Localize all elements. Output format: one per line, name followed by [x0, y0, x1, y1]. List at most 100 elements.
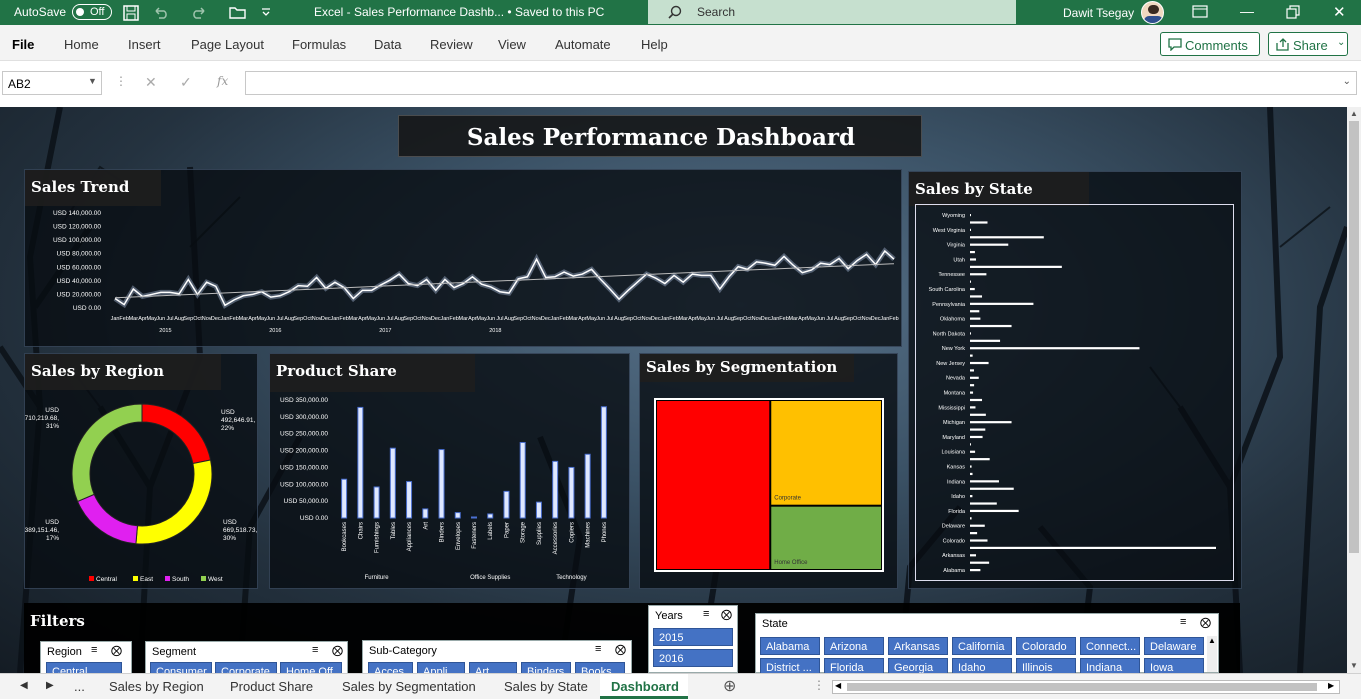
state-item[interactable]: Illinois — [1016, 658, 1076, 673]
save-icon[interactable] — [122, 4, 140, 22]
subcategory-item[interactable]: Acces... — [368, 662, 413, 673]
sheet-tab-sales-by-segmentation[interactable]: Sales by Segmentation — [342, 679, 476, 694]
restore-icon[interactable] — [1286, 5, 1300, 19]
tab-review[interactable]: Review — [430, 37, 473, 52]
state-item[interactable]: Arizona — [824, 637, 884, 655]
scroll-right-icon[interactable]: ▶ — [1328, 681, 1334, 690]
tab-insert[interactable]: Insert — [128, 37, 161, 52]
tab-formulas[interactable]: Formulas — [292, 37, 346, 52]
share-button[interactable]: Share ⌄ — [1268, 32, 1348, 56]
document-title[interactable]: Excel - Sales Performance Dashb... • Sav… — [314, 5, 604, 19]
formula-input[interactable]: ⌄ — [245, 71, 1357, 95]
state-item[interactable]: California — [952, 637, 1012, 655]
tab-help[interactable]: Help — [641, 37, 668, 52]
sheet-tab-product-share[interactable]: Product Share — [230, 679, 313, 694]
years-slicer[interactable]: Years ≡ ⨂ 2015 2016 — [648, 605, 738, 673]
data-label: 31% — [46, 423, 59, 430]
region-item-central[interactable]: Central — [46, 662, 122, 673]
ribbon-display-icon[interactable] — [1192, 5, 1208, 19]
h-scroll-thumb[interactable] — [847, 683, 1317, 691]
multi-select-icon[interactable]: ≡ — [312, 644, 318, 656]
next-sheet-icon[interactable]: ▶ — [46, 680, 54, 691]
search-box[interactable]: Search — [648, 0, 1016, 24]
clear-filter-icon[interactable]: ⨂ — [615, 643, 626, 656]
scroll-up-icon[interactable]: ▲ — [1208, 636, 1216, 645]
close-icon[interactable]: ✕ — [1333, 3, 1346, 21]
state-item[interactable]: Alabama — [760, 637, 820, 655]
state-item[interactable]: District ... — [760, 658, 820, 673]
clear-filter-icon[interactable]: ⨂ — [332, 644, 343, 657]
subcategory-item[interactable]: Books... — [575, 662, 625, 673]
segment-slicer[interactable]: Segment ≡ ⨂ Consumer Corporate Home Off.… — [145, 641, 348, 673]
horizontal-scrollbar[interactable]: ◀ ▶ — [832, 680, 1340, 694]
clear-filter-icon[interactable]: ⨂ — [721, 608, 732, 621]
subcategory-item[interactable]: Appli... — [417, 662, 465, 673]
state-item[interactable]: Connect... — [1080, 637, 1140, 655]
subcategory-slicer[interactable]: Sub-Category ≡ ⨂ Acces... Appli... Art B… — [362, 640, 632, 673]
name-box[interactable]: AB2 ▼ — [2, 71, 102, 95]
redo-icon[interactable] — [190, 5, 208, 19]
state-item[interactable]: Arkansas — [888, 637, 948, 655]
state-item[interactable]: Indiana — [1080, 658, 1140, 673]
autosave-toggle[interactable]: Off — [72, 4, 112, 20]
expand-formula-icon[interactable]: ⌄ — [1343, 76, 1351, 87]
region-slicer[interactable]: Region ≡ ⨂ Central — [40, 641, 132, 673]
sales-by-segmentation-panel[interactable]: Sales by Segmentation Corporate Home Offi… — [639, 353, 898, 589]
add-sheet-icon[interactable]: ⊕ — [723, 676, 736, 696]
sheet-tab-dashboard[interactable]: Dashboard — [600, 674, 688, 699]
multi-select-icon[interactable]: ≡ — [703, 608, 709, 620]
undo-icon[interactable] — [152, 5, 170, 19]
years-item-2015[interactable]: 2015 — [653, 628, 733, 646]
customize-qat-icon[interactable] — [261, 7, 271, 17]
state-item[interactable]: Idaho — [952, 658, 1012, 673]
vertical-scrollbar[interactable]: ▲ ▼ — [1347, 107, 1361, 673]
years-item-2016[interactable]: 2016 — [653, 649, 733, 667]
state-slicer[interactable]: State ≡ ⨂ Alabama Arizona Arkansas Calif… — [755, 613, 1219, 673]
scroll-left-icon[interactable]: ◀ — [835, 681, 841, 690]
tab-view[interactable]: View — [498, 37, 526, 52]
segment-item-home-office[interactable]: Home Off... — [280, 662, 342, 673]
scroll-thumb[interactable] — [1349, 121, 1359, 553]
tab-data[interactable]: Data — [374, 37, 401, 52]
prev-sheet-icon[interactable]: ◀ — [20, 680, 28, 691]
multi-select-icon[interactable]: ≡ — [595, 643, 601, 655]
sales-by-region-panel[interactable]: Sales by Region USD 492,646.91, 22% USD 669,… — [24, 353, 258, 589]
sheet-tab-sales-by-state[interactable]: Sales by State — [504, 679, 588, 694]
state-item[interactable]: Florida — [824, 658, 884, 673]
segment-item-consumer[interactable]: Consumer — [150, 662, 212, 673]
multi-select-icon[interactable]: ≡ — [91, 644, 97, 656]
product-share-panel[interactable]: Product Share USD 350,000.00 USD 300,000.… — [269, 353, 630, 589]
subcategory-item[interactable]: Art — [469, 662, 517, 673]
more-sheets[interactable]: ... — [74, 679, 85, 694]
sales-trend-panel[interactable]: Sales Trend USD 140,000.00 USD 120,000.00… — [24, 169, 902, 347]
sales-by-state-panel[interactable]: Sales by State Wyoming West Virginia Virgi… — [908, 171, 1242, 589]
open-folder-icon[interactable] — [229, 5, 247, 19]
enter-icon[interactable]: ✓ — [180, 74, 192, 91]
state-label: Pennsylvania — [932, 302, 966, 308]
insert-function-icon[interactable]: fx — [217, 74, 228, 88]
x-tick-label: Storage — [521, 521, 527, 543]
sheet-tab-sales-by-region[interactable]: Sales by Region — [109, 679, 204, 694]
cancel-icon[interactable]: ✕ — [145, 74, 157, 91]
clear-filter-icon[interactable]: ⨂ — [1200, 616, 1211, 629]
state-item[interactable]: Delaware — [1144, 637, 1204, 655]
state-item[interactable]: Iowa — [1144, 658, 1204, 673]
comments-button[interactable]: Comments — [1160, 32, 1260, 56]
name-box-dropdown-icon[interactable]: ▼ — [88, 76, 97, 86]
tab-page-layout[interactable]: Page Layout — [191, 37, 264, 52]
segment-item-corporate[interactable]: Corporate — [215, 662, 277, 673]
minimize-icon[interactable]: — — [1240, 3, 1254, 19]
subcategory-item[interactable]: Binders — [521, 662, 571, 673]
multi-select-icon[interactable]: ≡ — [1180, 616, 1186, 628]
clear-filter-icon[interactable]: ⨂ — [111, 644, 122, 657]
scroll-up-icon[interactable]: ▲ — [1350, 109, 1358, 118]
state-item[interactable]: Colorado — [1016, 637, 1076, 655]
state-slicer-scrollbar[interactable]: ▲ — [1207, 636, 1217, 672]
state-label: Nevada — [946, 376, 966, 382]
tab-home[interactable]: Home — [64, 37, 99, 52]
avatar[interactable] — [1141, 1, 1164, 24]
scroll-down-icon[interactable]: ▼ — [1350, 661, 1358, 670]
tab-automate[interactable]: Automate — [555, 37, 611, 52]
state-item[interactable]: Georgia — [888, 658, 948, 673]
tab-file[interactable]: File — [12, 37, 34, 52]
